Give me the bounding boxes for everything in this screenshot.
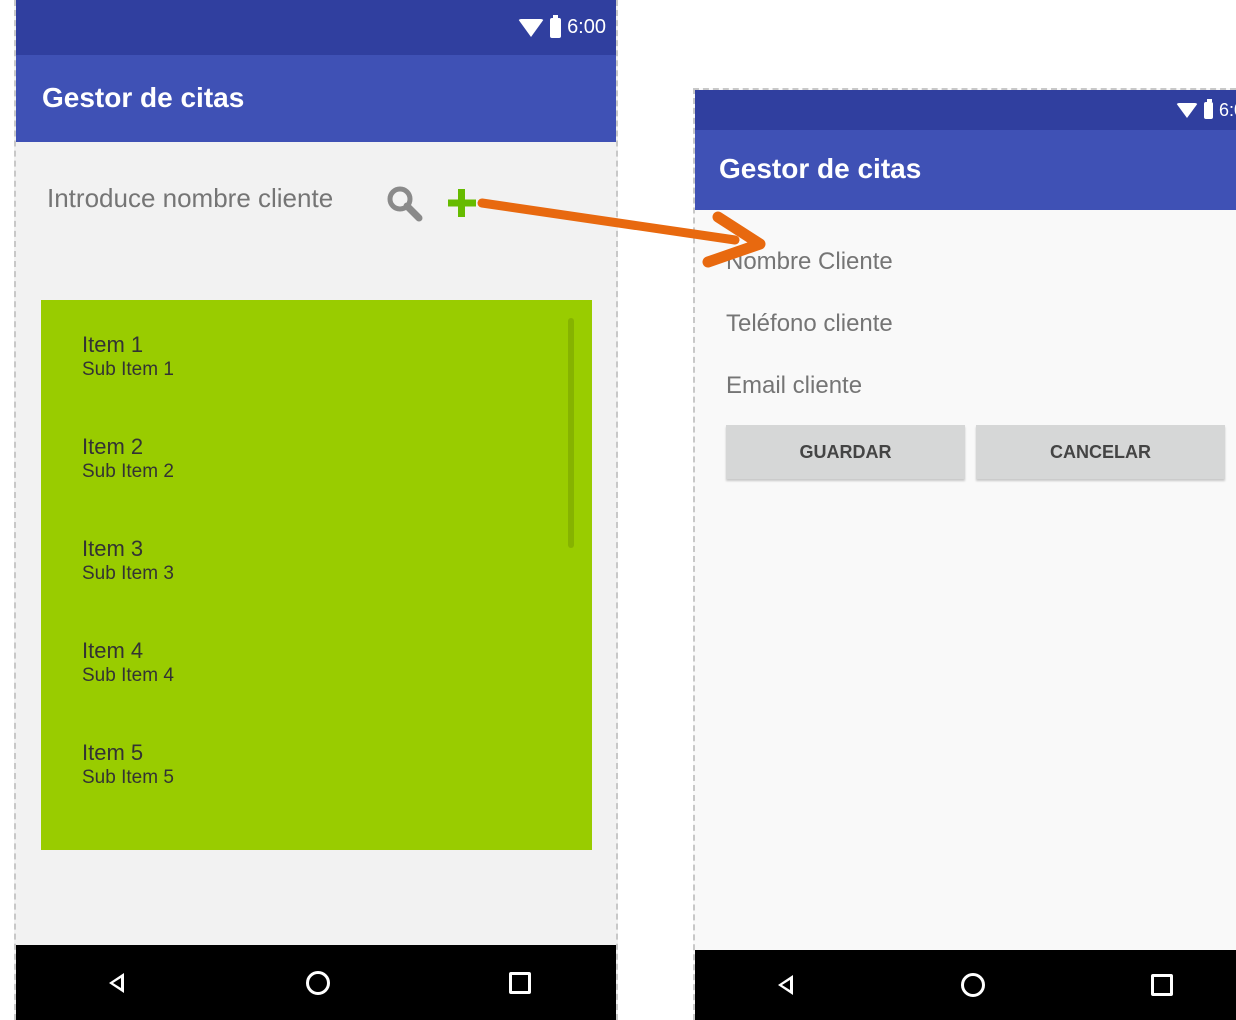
nav-recents-button[interactable] (490, 945, 550, 1020)
search-icon[interactable] (384, 183, 424, 223)
back-icon (777, 975, 793, 995)
nav-home-button[interactable] (288, 945, 348, 1020)
status-time: 6:00 (567, 16, 606, 38)
client-phone-field[interactable]: Teléfono cliente (726, 310, 893, 338)
wifi-icon (518, 18, 545, 37)
battery-icon (1203, 98, 1213, 119)
nav-home-button[interactable] (943, 950, 1003, 1020)
status-icons: 6:00 (518, 0, 606, 55)
home-icon (306, 970, 330, 995)
status-icons: 6:00 (1175, 90, 1236, 130)
nav-back-button[interactable] (755, 950, 815, 1020)
main-screen: 6:00 Gestor de citas Introduce nombre cl… (14, 0, 618, 1020)
app-bar: Gestor de citas (16, 55, 616, 142)
list-item-subtitle: Sub Item 3 (82, 563, 174, 584)
client-search-input[interactable]: Introduce nombre cliente (47, 183, 333, 214)
search-row: Introduce nombre cliente (16, 175, 616, 235)
list-scrollbar[interactable] (568, 318, 574, 548)
client-list[interactable]: Item 1 Sub Item 1 Item 2 Sub Item 2 Item… (41, 300, 592, 850)
navigation-bar (695, 950, 1236, 1020)
add-icon[interactable] (444, 185, 480, 221)
navigation-bar (16, 945, 616, 1020)
app-bar: Gestor de citas (695, 130, 1236, 210)
list-item-subtitle: Sub Item 2 (82, 461, 174, 482)
recents-icon (1151, 974, 1173, 996)
list-item[interactable]: Item 2 Sub Item 2 (82, 434, 174, 484)
back-icon (108, 972, 124, 993)
home-icon (961, 973, 985, 997)
cancel-button[interactable]: CANCELAR (976, 425, 1225, 479)
battery-icon (550, 14, 562, 38)
status-time: 6:00 (1218, 99, 1236, 120)
list-item-title: Item 1 (82, 332, 144, 357)
list-item-title: Item 4 (82, 638, 144, 663)
list-item-subtitle: Sub Item 5 (82, 767, 174, 788)
list-item-title: Item 2 (82, 434, 144, 459)
list-item[interactable]: Item 5 Sub Item 5 (82, 740, 174, 790)
nav-recents-button[interactable] (1132, 950, 1192, 1020)
list-item[interactable]: Item 1 Sub Item 1 (82, 332, 174, 382)
status-bar: 6:00 (16, 0, 616, 55)
nav-back-button[interactable] (86, 945, 146, 1020)
new-client-screen: 6:00 Gestor de citas Nombre Cliente Telé… (693, 88, 1236, 1020)
client-email-field[interactable]: Email cliente (726, 372, 862, 400)
list-item-title: Item 3 (82, 536, 144, 561)
recents-icon (509, 971, 531, 994)
list-item[interactable]: Item 3 Sub Item 3 (82, 536, 174, 586)
app-title: Gestor de citas (719, 153, 922, 184)
client-name-field[interactable]: Nombre Cliente (726, 248, 893, 276)
list-item-subtitle: Sub Item 4 (82, 665, 174, 686)
wifi-icon (1175, 102, 1198, 118)
status-bar: 6:00 (695, 90, 1236, 130)
list-item-subtitle: Sub Item 1 (82, 359, 174, 380)
list-item[interactable]: Item 4 Sub Item 4 (82, 638, 174, 688)
list-item-title: Item 5 (82, 740, 144, 765)
save-button[interactable]: GUARDAR (726, 425, 965, 479)
app-title: Gestor de citas (42, 82, 245, 113)
